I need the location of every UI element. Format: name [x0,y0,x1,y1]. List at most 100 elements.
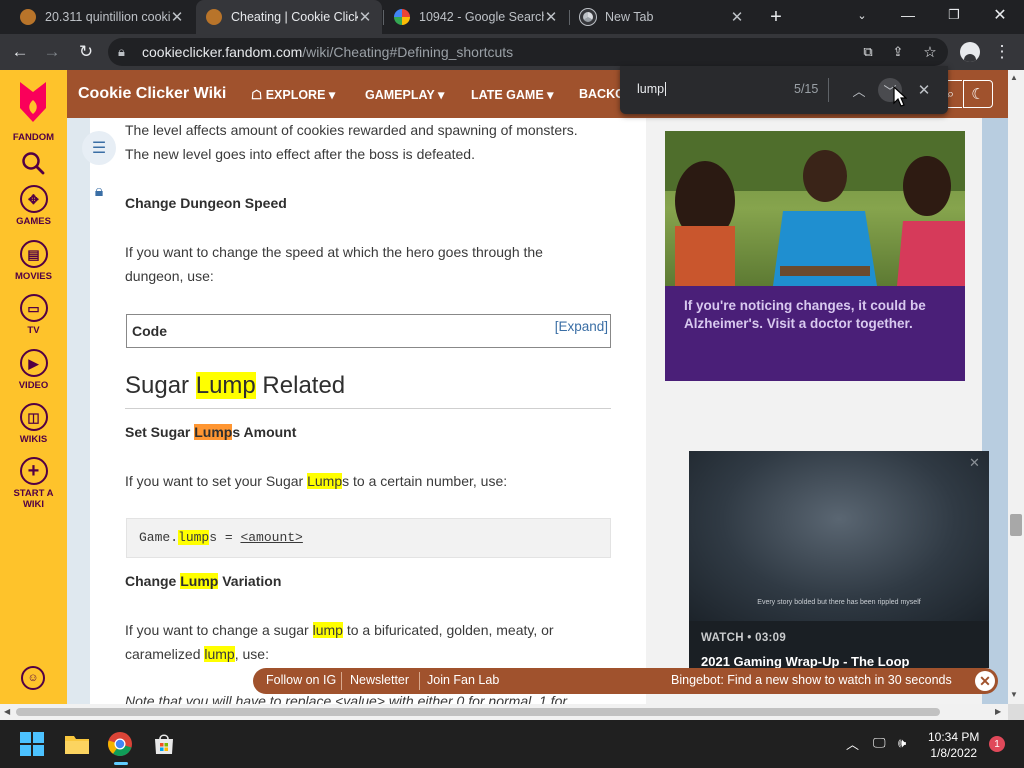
browser-tab-active[interactable]: Cheating | Cookie Click ✕ [196,0,382,34]
nav-gameplay[interactable]: GAMEPLAY ▾ [365,87,444,102]
close-tab-icon[interactable]: ✕ [170,8,184,26]
explore-icon: ☖ [251,88,266,102]
rail-item-video[interactable]: ▶ VIDEO [0,349,67,391]
film-icon: ▤ [19,240,48,268]
nav-label: GAMEPLAY [365,88,435,102]
lock-icon[interactable]: 🔒︎ [118,44,125,60]
tab-title: Cheating | Cookie Click [231,10,358,24]
join-fan-lab-link[interactable]: Join Fan Lab [427,673,499,687]
section-heading: Change Dungeon Speed [125,195,287,211]
tab-separator [383,10,384,25]
nav-label: LATE GAME [471,88,544,102]
nav-label: BACKG [579,87,625,101]
newsletter-link[interactable]: Newsletter [350,673,409,687]
collapsible-code-box: Code [Expand] [126,314,611,348]
bar-separator [419,672,420,690]
nav-late-game[interactable]: LATE GAME ▾ [471,87,553,102]
forward-button[interactable]: → [38,38,66,66]
fandom-logo-icon[interactable] [14,78,52,126]
bookmark-star-icon[interactable]: ☆ [916,38,944,66]
system-clock[interactable]: 10:34 PM 1/8/2022 [928,729,979,761]
browser-tab[interactable]: 20.311 quintillion cooki ✕ [10,0,194,34]
file-explorer-icon[interactable] [61,728,93,760]
close-tab-icon[interactable]: ✕ [544,8,558,26]
nav-explore[interactable]: ☖ EXPLORE ▾ [251,87,335,102]
find-close-icon[interactable]: ✕ [911,80,937,100]
ad-photo [665,131,965,286]
network-icon[interactable]: 🖵︎ [873,735,886,751]
chrome-icon[interactable] [104,728,136,760]
video-thumbnail [689,451,989,621]
find-match-count: 5/15 [794,82,819,96]
scroll-up-arrow-icon[interactable]: ▲ [1010,73,1018,82]
rail-item-movies[interactable]: ▤ MOVIES [0,240,67,282]
new-tab-button[interactable]: + [756,2,796,32]
rail-item-label: GAMES [16,216,51,227]
advertisement[interactable]: If you're noticing changes, it could be … [665,131,965,381]
close-tab-icon[interactable]: ✕ [730,8,744,26]
search-match: lump [178,530,210,545]
browser-tab[interactable]: 10942 - Google Search ✕ [384,0,568,34]
close-tab-icon[interactable]: ✕ [358,8,372,26]
tab-search-chevron-icon[interactable]: ⌄ [840,0,884,30]
rail-item-games[interactable]: ✥ GAMES [0,185,67,227]
rail-item-start-wiki[interactable]: + START A WIKI [5,457,62,510]
vertical-scroll-thumb[interactable] [1010,514,1022,536]
url-text[interactable]: cookieclicker.fandom.com/wiki/Cheating#D… [142,44,513,60]
paragraph: If you want to change the speed at which… [125,244,543,284]
find-previous-chevron-up-icon[interactable]: ︿ [846,80,872,100]
gamepad-icon: ✥ [19,185,48,213]
close-window-button[interactable]: ✕ [978,0,1022,30]
video-player[interactable]: ✕ Every story bolded but there has been … [689,451,989,668]
volume-icon[interactable]: 🕪︎ [898,735,906,751]
video-subtitle: Every story bolded but there has been ri… [757,599,921,606]
lock-page-icon[interactable]: 🔒︎ [82,175,116,209]
video-title[interactable]: 2021 Gaming Wrap-Up - The Loop [701,654,910,668]
find-input[interactable]: lump [637,82,667,96]
scroll-down-arrow-icon[interactable]: ▼ [1010,690,1018,699]
bar-separator [341,672,342,690]
section-heading: Set Sugar Lumps Amount [125,424,297,440]
rail-item-wikis[interactable]: ◫ WIKIS [0,403,67,445]
dark-mode-toggle-icon[interactable]: ☾ [963,80,993,108]
close-bar-icon[interactable]: ✕ [975,671,995,691]
scroll-corner [1008,704,1024,720]
search-icon[interactable] [20,150,46,176]
code-box-label: Code [132,323,167,339]
minimize-button[interactable]: — [886,0,930,30]
expand-link[interactable]: [Expand] [555,319,608,334]
browser-tab[interactable]: New Tab ✕ [570,0,754,34]
restore-button[interactable]: ❐ [932,0,976,30]
notification-badge[interactable]: 1 [989,736,1005,752]
rail-item-label: WIKIS [19,434,48,445]
tray-chevron-up-icon[interactable]: ︿ [846,734,859,753]
table-of-contents-icon[interactable]: ☰ [82,131,116,165]
nav-background[interactable]: BACKG [579,87,625,101]
wiki-name[interactable]: Cookie Clicker Wiki [78,85,226,103]
menu-dots-icon[interactable]: ⋮ [988,38,1016,66]
clock-time: 10:34 PM [928,730,980,744]
rail-item-label: TV [27,325,40,336]
microsoft-store-icon[interactable] [148,728,180,760]
back-button[interactable]: ← [6,38,34,66]
search-match: Lump [195,372,256,399]
scroll-left-arrow-icon[interactable]: ◀ [4,707,10,716]
user-account-icon[interactable]: ☺ [21,666,45,690]
scroll-right-arrow-icon[interactable]: ▶ [995,707,1001,716]
share-icon[interactable]: ⇪ [884,38,912,66]
windows-start-icon[interactable] [16,728,48,760]
active-app-indicator [114,762,128,765]
section-title: Sugar Lump Related [125,372,346,399]
reload-button[interactable]: ↻ [72,38,100,66]
vertical-scrollbar[interactable] [1008,70,1024,704]
search-match: lump [312,622,343,638]
search-match: lump [204,646,235,662]
rail-item-tv[interactable]: ▭ TV [0,294,67,336]
horizontal-scroll-thumb[interactable] [16,708,940,716]
profile-avatar-icon[interactable] [960,42,980,62]
find-in-page-icon[interactable]: ⧉ [854,38,882,66]
fandom-brand-label[interactable]: FANDOM [0,132,67,143]
follow-ig-link[interactable]: Follow on IG [266,673,336,687]
bingebot-promo[interactable]: Bingebot: Find a new show to watch in 30… [671,673,952,687]
close-video-icon[interactable]: ✕ [969,455,980,471]
